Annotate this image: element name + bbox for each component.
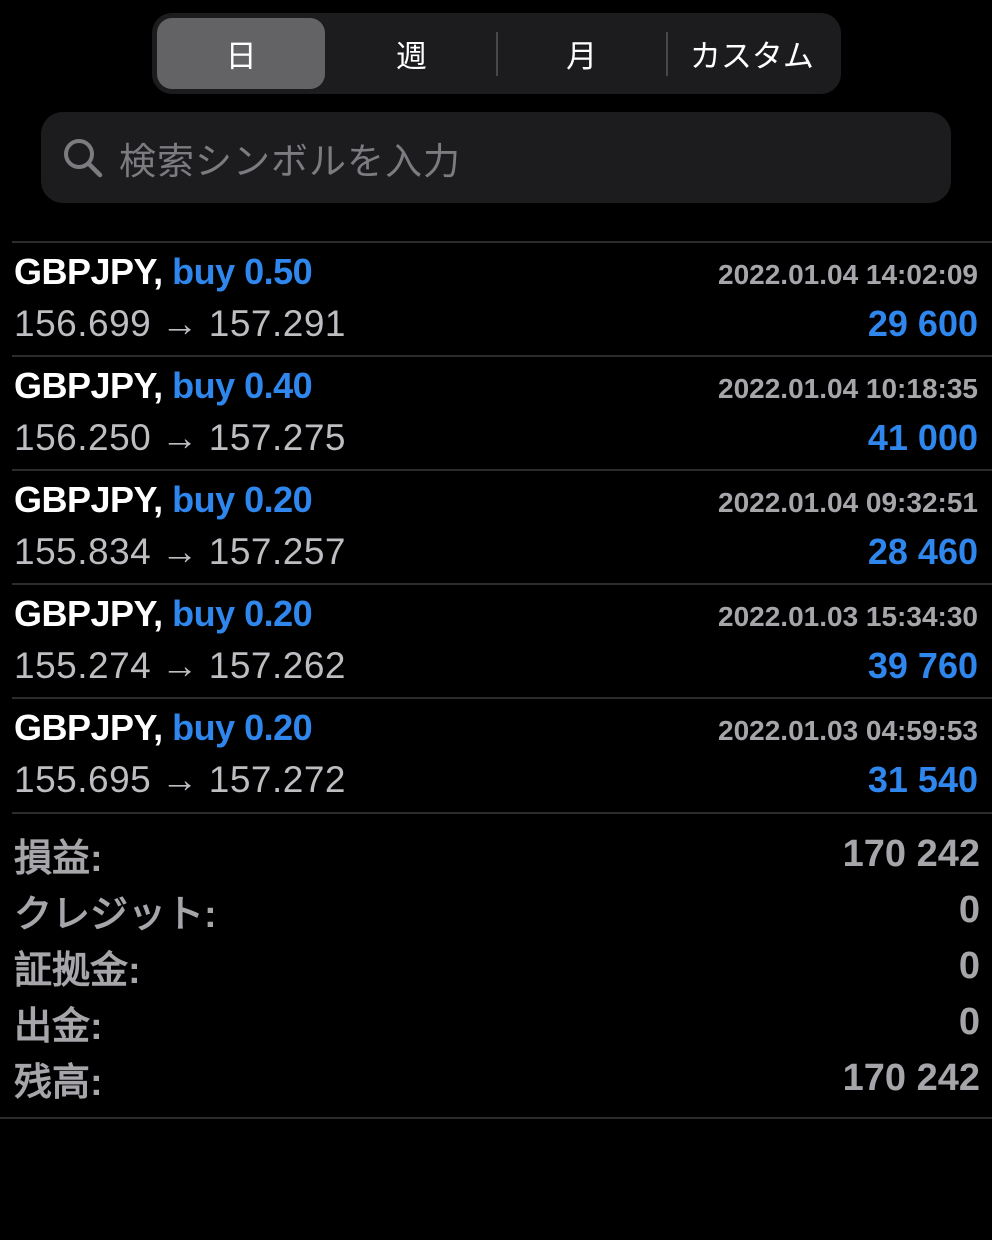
close-price: 157.262 <box>208 645 346 686</box>
close-price: 157.291 <box>208 303 346 344</box>
summary-label: クレジット: <box>14 893 217 936</box>
tab-day[interactable]: 日 <box>157 18 326 89</box>
open-price: 155.834 <box>14 531 152 572</box>
summary-value: 170 242 <box>842 1056 980 1099</box>
trade-row[interactable]: GBPJPY, buy 0.20 2022.01.03 15:34:30 155… <box>12 583 992 697</box>
trade-symbol: GBPJPY, <box>14 251 163 292</box>
close-price: 157.272 <box>208 759 346 800</box>
close-price: 157.275 <box>208 417 346 458</box>
trade-time: 2022.01.03 04:59:53 <box>718 715 978 746</box>
trade-side-volume: buy 0.20 <box>172 593 313 634</box>
summary-value: 170 242 <box>842 832 980 875</box>
period-segmented-control: 日 週 月 カスタム <box>152 13 841 94</box>
close-price: 157.257 <box>208 531 346 572</box>
arrow-right-icon: → <box>161 303 199 344</box>
divider <box>12 812 992 814</box>
open-price: 155.695 <box>14 759 152 800</box>
trade-row[interactable]: GBPJPY, buy 0.20 2022.01.04 09:32:51 155… <box>12 469 992 583</box>
trade-symbol: GBPJPY, <box>14 479 163 520</box>
summary-label: 出金: <box>14 1005 103 1048</box>
arrow-right-icon: → <box>161 759 199 800</box>
tab-custom[interactable]: カスタム <box>668 18 836 89</box>
trade-side-volume: buy 0.40 <box>172 365 313 406</box>
summary-withdrawal-row: 出金: 0 <box>14 994 980 1050</box>
trade-symbol: GBPJPY, <box>14 593 163 634</box>
summary-balance-row: 残高: 170 242 <box>14 1050 980 1106</box>
trade-time: 2022.01.03 15:34:30 <box>718 601 978 632</box>
open-price: 156.699 <box>14 303 152 344</box>
summary-deposit-row: 証拠金: 0 <box>14 938 980 994</box>
arrow-right-icon: → <box>161 531 199 572</box>
tab-week[interactable]: 週 <box>327 18 495 89</box>
history-screen: 日 週 月 カスタム 検索シンボルを入力 GBPJPY, buy 0.50 20… <box>0 0 992 1240</box>
arrow-right-icon: → <box>161 417 199 458</box>
trade-profit: 39 760 <box>867 645 978 686</box>
summary-profit-row: 損益: 170 242 <box>14 826 980 882</box>
trade-time: 2022.01.04 14:02:09 <box>718 259 978 290</box>
search-placeholder: 検索シンボルを入力 <box>119 139 461 183</box>
trade-time: 2022.01.04 09:32:51 <box>718 487 978 518</box>
open-price: 155.274 <box>14 645 152 686</box>
trade-profit: 28 460 <box>867 531 978 572</box>
arrow-right-icon: → <box>161 645 199 686</box>
search-input[interactable]: 検索シンボルを入力 <box>41 112 951 203</box>
trade-row[interactable]: GBPJPY, buy 0.20 2022.01.03 04:59:53 155… <box>12 697 992 811</box>
trade-profit: 29 600 <box>867 303 978 344</box>
trade-symbol: GBPJPY, <box>14 707 163 748</box>
summary-value: 0 <box>958 944 980 987</box>
open-price: 156.250 <box>14 417 152 458</box>
divider <box>0 1117 992 1119</box>
trade-profit: 31 540 <box>867 759 978 800</box>
trade-side-volume: buy 0.50 <box>172 251 313 292</box>
account-summary: 損益: 170 242 クレジット: 0 証拠金: 0 出金: 0 残高: 17… <box>14 826 980 1106</box>
summary-value: 0 <box>958 1000 980 1043</box>
search-icon <box>61 136 105 180</box>
trade-time: 2022.01.04 10:18:35 <box>718 373 978 404</box>
trade-list: GBPJPY, buy 0.50 2022.01.04 14:02:09 156… <box>0 241 992 811</box>
tab-month[interactable]: 月 <box>498 18 666 89</box>
trade-profit: 41 000 <box>867 417 978 458</box>
trade-row[interactable]: GBPJPY, buy 0.50 2022.01.04 14:02:09 156… <box>12 241 992 355</box>
trade-row[interactable]: GBPJPY, buy 0.40 2022.01.04 10:18:35 156… <box>12 355 992 469</box>
trade-symbol: GBPJPY, <box>14 365 163 406</box>
summary-label: 証拠金: <box>14 949 141 992</box>
trade-side-volume: buy 0.20 <box>172 479 313 520</box>
summary-label: 残高: <box>14 1061 103 1104</box>
summary-value: 0 <box>958 888 980 931</box>
summary-credit-row: クレジット: 0 <box>14 882 980 938</box>
summary-label: 損益: <box>14 837 103 880</box>
trade-side-volume: buy 0.20 <box>172 707 313 748</box>
